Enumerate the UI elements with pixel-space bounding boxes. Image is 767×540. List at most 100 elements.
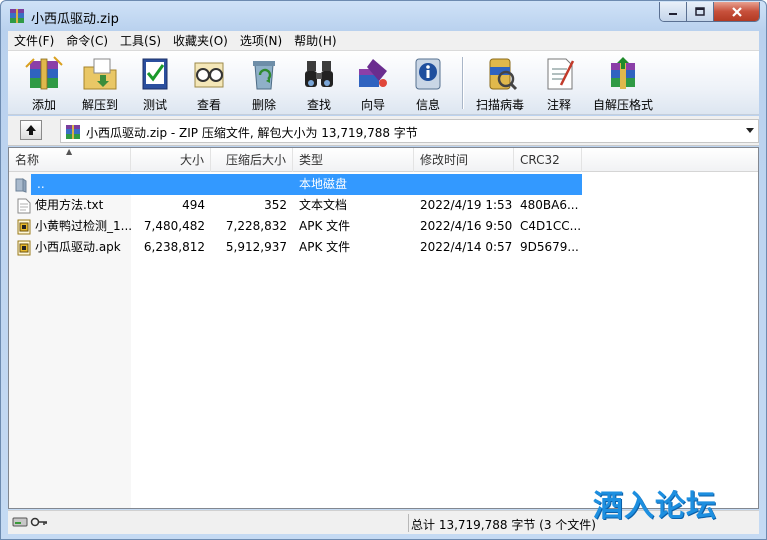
apk-file-icon bbox=[17, 240, 31, 255]
add-button[interactable]: 添加 bbox=[16, 51, 72, 115]
column-header-packed[interactable]: 压缩后大小 bbox=[211, 148, 293, 172]
list-item[interactable]: 使用方法.txt 494 352 文本文档 2022/4/19 1:53 480… bbox=[9, 195, 582, 216]
file-modified: 2022/4/14 0:57 bbox=[420, 240, 513, 254]
up-folder-button[interactable] bbox=[20, 120, 42, 140]
comment-button[interactable]: 注释 bbox=[531, 51, 587, 115]
file-type: 文本文档 bbox=[299, 198, 348, 212]
extract-folder-icon bbox=[80, 55, 120, 93]
list-item[interactable]: 小黄鸭过检测_1.... 7,480,482 7,228,832 APK 文件 … bbox=[9, 216, 582, 237]
file-packed-size: 5,912,937 bbox=[225, 240, 287, 254]
file-crc bbox=[514, 174, 582, 195]
file-size: 6,238,812 bbox=[143, 240, 205, 254]
file-type: APK 文件 bbox=[299, 219, 351, 233]
file-packed-size bbox=[211, 174, 293, 195]
virus-scan-label: 扫描病毒 bbox=[475, 98, 524, 112]
file-type: 本地磁盘 bbox=[299, 177, 348, 191]
file-name: 使用方法.txt bbox=[35, 198, 104, 212]
menu-tools[interactable]: 工具(S) bbox=[114, 31, 167, 51]
column-header-name[interactable]: 名称 ▲ bbox=[9, 147, 131, 172]
menu-options[interactable]: 选项(N) bbox=[234, 31, 288, 51]
title-bar[interactable]: 小西瓜驱动.zip bbox=[1, 1, 766, 31]
status-total: 总计 13,719,788 字节 (3 个文件) bbox=[411, 518, 596, 532]
file-name: 小黄鸭过检测_1.... bbox=[35, 219, 131, 233]
extract-to-label: 解压到 bbox=[81, 98, 118, 112]
delete-button[interactable]: 删除 bbox=[236, 51, 292, 115]
virus-scan-icon bbox=[480, 55, 520, 93]
file-name-cell: 小黄鸭过检测_1.... bbox=[9, 216, 131, 237]
key-icon[interactable] bbox=[30, 516, 48, 528]
file-modified bbox=[414, 174, 514, 195]
file-type: APK 文件 bbox=[299, 240, 351, 254]
apk-file-icon bbox=[17, 219, 31, 234]
test-label: 测试 bbox=[142, 98, 167, 112]
window-title: 小西瓜驱动.zip bbox=[31, 12, 119, 27]
sfx-label: 自解压格式 bbox=[592, 98, 653, 112]
find-binoculars-icon bbox=[299, 55, 339, 93]
file-modified: 2022/4/19 1:53 bbox=[420, 198, 513, 212]
sfx-archive-icon bbox=[603, 55, 643, 93]
column-header-size[interactable]: 大小 bbox=[131, 148, 211, 172]
file-crc: 480BA6... bbox=[520, 198, 579, 212]
chevron-down-icon[interactable] bbox=[746, 128, 754, 133]
selected-row-highlight: .. 本地磁盘 bbox=[31, 174, 582, 195]
menu-commands[interactable]: 命令(C) bbox=[60, 31, 114, 51]
file-crc: C4D1CC... bbox=[520, 219, 582, 233]
maximize-button[interactable] bbox=[687, 2, 714, 21]
file-size bbox=[131, 174, 211, 195]
column-name-label: 名称 bbox=[15, 153, 40, 167]
address-field[interactable]: 小西瓜驱动.zip - ZIP 压缩文件, 解包大小为 13,719,788 字… bbox=[60, 119, 759, 143]
extract-to-button[interactable]: 解压到 bbox=[72, 51, 128, 115]
file-modified: 2022/4/16 9:50 bbox=[420, 219, 513, 233]
view-button[interactable]: 查看 bbox=[182, 51, 236, 115]
column-header-crc[interactable]: CRC32 bbox=[514, 148, 582, 172]
folder-up-icon bbox=[9, 174, 31, 195]
file-packed-size: 352 bbox=[264, 198, 287, 212]
column-header-type[interactable]: 类型 bbox=[293, 148, 414, 172]
menu-bar: 文件(F) 命令(C) 工具(S) 收藏夹(O) 选项(N) 帮助(H) bbox=[8, 31, 759, 51]
file-size: 494 bbox=[182, 198, 205, 212]
sfx-button[interactable]: 自解压格式 bbox=[587, 51, 659, 115]
info-icon bbox=[408, 55, 448, 93]
sort-up-icon: ▲ bbox=[66, 147, 73, 156]
column-header-row: 名称 ▲ 大小 压缩后大小 类型 修改时间 CRC32 bbox=[9, 147, 758, 172]
comment-note-icon bbox=[539, 55, 579, 93]
test-check-icon bbox=[135, 55, 175, 93]
window-controls bbox=[659, 2, 760, 22]
column-header-modified[interactable]: 修改时间 bbox=[414, 148, 514, 172]
toolbar-separator bbox=[462, 57, 463, 109]
file-size: 7,480,482 bbox=[143, 219, 205, 233]
view-label: 查看 bbox=[196, 98, 221, 112]
menu-help[interactable]: 帮助(H) bbox=[288, 31, 342, 51]
menu-favorites[interactable]: 收藏夹(O) bbox=[167, 31, 234, 51]
drive-icon[interactable] bbox=[12, 516, 28, 528]
address-bar: 小西瓜驱动.zip - ZIP 压缩文件, 解包大小为 13,719,788 字… bbox=[8, 116, 759, 146]
file-name: .. bbox=[37, 177, 45, 191]
close-icon bbox=[731, 6, 742, 17]
file-name-cell: 使用方法.txt bbox=[9, 195, 131, 216]
status-icons bbox=[12, 516, 48, 528]
find-button[interactable]: 查找 bbox=[292, 51, 346, 115]
delete-recycle-icon bbox=[244, 55, 284, 93]
status-divider bbox=[408, 514, 409, 532]
info-button[interactable]: 信息 bbox=[400, 51, 456, 115]
wizard-hat-icon bbox=[353, 55, 393, 93]
list-item[interactable]: 小西瓜驱动.apk 6,238,812 5,912,937 APK 文件 202… bbox=[9, 237, 582, 258]
wizard-button[interactable]: 向导 bbox=[346, 51, 400, 115]
delete-label: 删除 bbox=[251, 98, 276, 112]
virus-scan-button[interactable]: 扫描病毒 bbox=[469, 51, 531, 115]
file-packed-size: 7,228,832 bbox=[225, 219, 287, 233]
maximize-icon bbox=[695, 6, 705, 16]
test-button[interactable]: 测试 bbox=[128, 51, 182, 115]
minimize-button[interactable] bbox=[660, 2, 687, 21]
archive-icon bbox=[66, 125, 80, 139]
close-button[interactable] bbox=[714, 2, 759, 21]
address-path: 小西瓜驱动.zip - ZIP 压缩文件, 解包大小为 13,719,788 字… bbox=[86, 126, 418, 140]
up-arrow-icon bbox=[26, 125, 36, 135]
winrar-window: 小西瓜驱动.zip 文件(F) 命令(C) 工具(S) 收藏夹(O) 选项(N)… bbox=[0, 0, 767, 540]
file-crc: 9D5679... bbox=[520, 240, 579, 254]
comment-label: 注释 bbox=[546, 98, 571, 112]
view-glasses-icon bbox=[189, 55, 229, 93]
file-name: 小西瓜驱动.apk bbox=[35, 240, 121, 254]
list-item[interactable]: .. 本地磁盘 bbox=[9, 174, 582, 195]
menu-file[interactable]: 文件(F) bbox=[8, 31, 60, 51]
